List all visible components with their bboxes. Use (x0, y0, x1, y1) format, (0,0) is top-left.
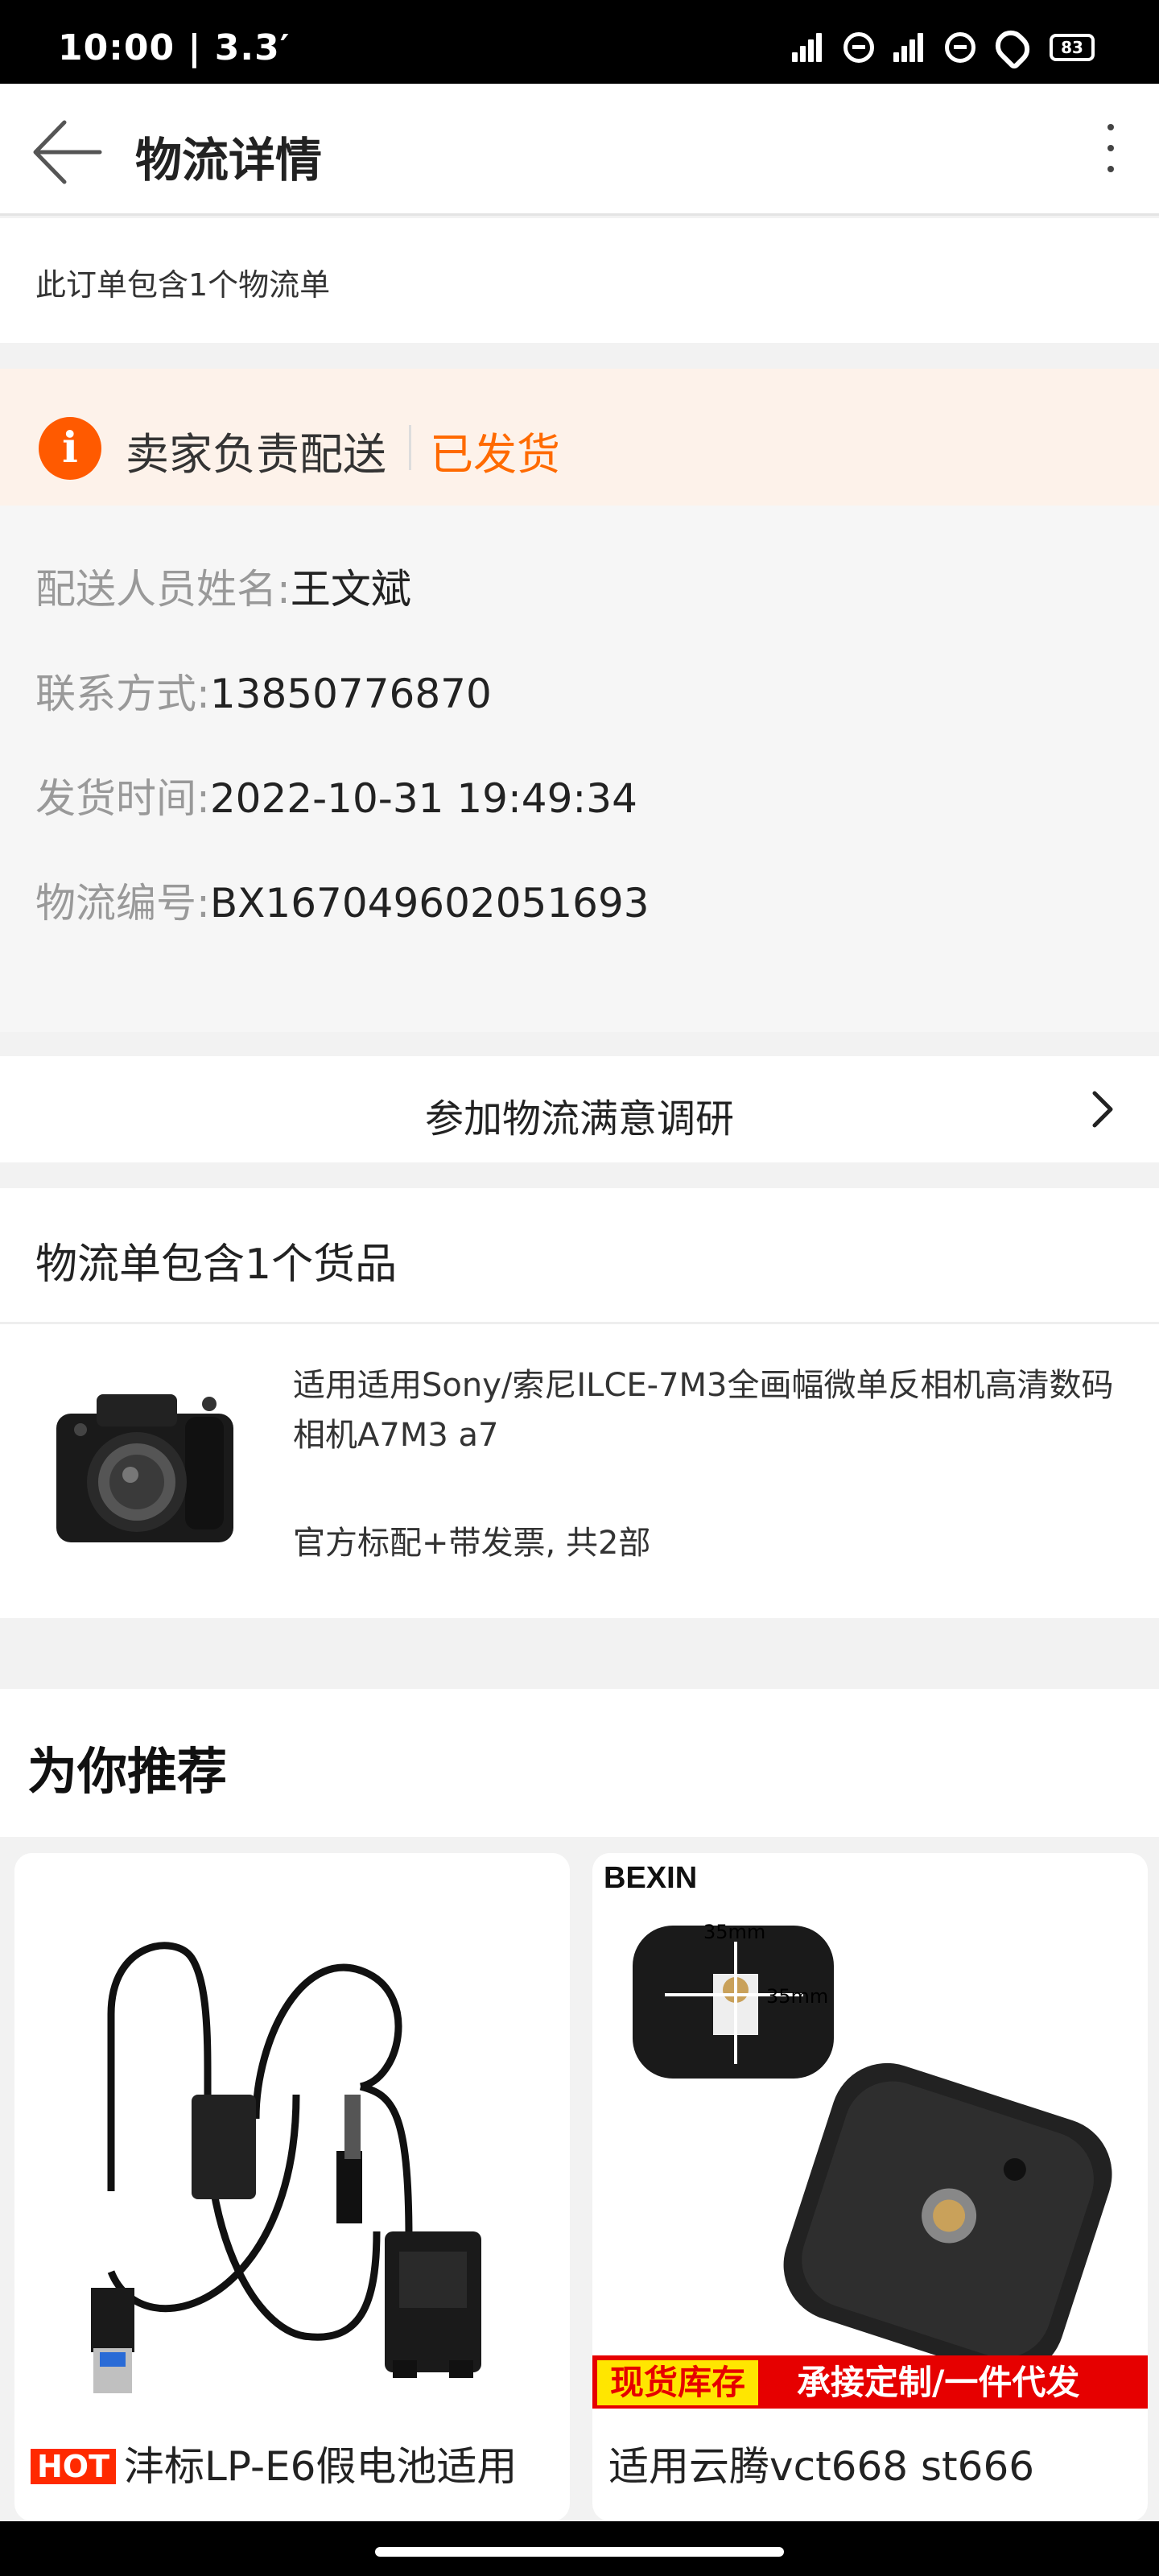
divider (0, 1322, 1159, 1324)
recommend-title: 为你推荐 (27, 1742, 228, 1801)
wifi-icon (989, 24, 1036, 71)
hot-badge: HOT (31, 2449, 117, 2484)
delivery-type: 卖家负责配送 (126, 429, 386, 480)
stock-tag: 现货库存 (597, 2360, 759, 2405)
delivery-status: 已发货 (430, 429, 560, 480)
contact-label: 联系方式: (35, 671, 210, 717)
contact-value[interactable]: 13850776870 (210, 671, 492, 717)
delivery-banner: i 卖家负责配送 已发货 (0, 369, 1159, 506)
more-options-button[interactable] (1095, 118, 1127, 190)
tripod-plate-image: BEXIN 35mm 35mm 现货库存 承接定制/一件代发 (592, 1853, 1148, 2409)
back-arrow-icon (33, 120, 102, 184)
recommend-item-name: 适用云腾vct668 st666 (608, 2434, 1034, 2492)
more-dot-icon (1107, 124, 1114, 130)
order-note-card: 此订单包含1个物流单 (0, 218, 1159, 343)
chevron-right-icon (1092, 1091, 1113, 1128)
recommend-grid: HOT 沣标LP-E6假电池适用 BEXIN 35mm 35mm 现货库存 承接… (0, 1837, 1159, 2521)
dimension-label-right: 35mm (766, 1985, 829, 2008)
status-bar: 10:00 | 3.3′ 83 (0, 0, 1159, 84)
order-note: 此订单包含1个物流单 (35, 267, 331, 303)
hotspot-icon (843, 32, 874, 63)
survey-row[interactable]: 参加物流满意调研 (0, 1056, 1159, 1162)
dimension-label-top: 35mm (703, 1921, 766, 1943)
tracking-number-label: 物流编号: (35, 880, 210, 927)
custom-tag: 承接定制/一件代发 (797, 2363, 1080, 2402)
recommend-header: 为你推荐 (0, 1689, 1159, 1837)
tripod-plate-graphic (633, 1926, 1112, 2376)
recommend-item-name: HOT 沣标LP-E6假电池适用 (31, 2434, 517, 2492)
tracking-number-row: 物流编号:BX167049602051693 (35, 871, 650, 929)
courier-name-value: 王文斌 (290, 566, 411, 613)
signal-icon-2 (893, 33, 926, 62)
recommend-item[interactable]: BEXIN 35mm 35mm 现货库存 承接定制/一件代发 适用云腾vct66… (592, 1853, 1148, 2521)
contact-row: 联系方式:13850776870 (35, 662, 492, 720)
camera-product-image[interactable] (40, 1381, 250, 1558)
promo-tags: 现货库存 承接定制/一件代发 (592, 2355, 1148, 2409)
battery-icon: 83 (1050, 34, 1095, 61)
goods-title: 物流单包含1个货品 (35, 1241, 398, 1289)
ship-time-label: 发货时间: (35, 775, 210, 822)
signal-icon (792, 33, 824, 62)
product-name[interactable]: 适用适用Sony/索尼ILCE-7M3全画幅微单反相机高清数码相机A7M3 a7 (293, 1360, 1122, 1460)
survey-label: 参加物流满意调研 (424, 1096, 734, 1141)
ship-time-value: 2022-10-31 19:49:34 (209, 775, 637, 822)
product-spec: 官方标配+带发票, 共2部 (293, 1525, 651, 1562)
ship-time-row: 发货时间:2022-10-31 19:49:34 (35, 766, 637, 824)
dummy-battery-cable-image (14, 1853, 570, 2409)
recommend-item[interactable]: HOT 沣标LP-E6假电池适用 (14, 1853, 570, 2521)
back-button[interactable] (29, 116, 106, 188)
recommend-item-title: 沣标LP-E6假电池适用 (124, 2443, 518, 2490)
tracking-number-value: BX167049602051693 (209, 880, 650, 927)
system-nav-bar (0, 2521, 1159, 2576)
courier-name-row: 配送人员姓名:王文斌 (35, 557, 411, 615)
goods-card: 物流单包含1个货品 适用适用Sony/索尼ILCE-7M3全画幅微单反相机高清数… (0, 1188, 1159, 1618)
hotspot-icon-2 (945, 32, 975, 63)
delivery-card: i 卖家负责配送 已发货 配送人员姓名:王文斌 联系方式:13850776870… (0, 369, 1159, 1032)
home-indicator[interactable] (375, 2547, 784, 2557)
more-dot-icon (1107, 166, 1114, 172)
app-header: 物流详情 (0, 84, 1159, 216)
status-icons: 83 (792, 24, 1095, 71)
courier-name-label: 配送人员姓名: (35, 566, 291, 613)
info-icon: i (39, 417, 101, 480)
divider (409, 425, 411, 470)
page-title: 物流详情 (135, 133, 323, 188)
more-dot-icon (1107, 145, 1114, 151)
recommend-item-title: 适用云腾vct668 st666 (608, 2443, 1035, 2490)
status-time: 10:00 | 3.3′ (58, 27, 291, 68)
